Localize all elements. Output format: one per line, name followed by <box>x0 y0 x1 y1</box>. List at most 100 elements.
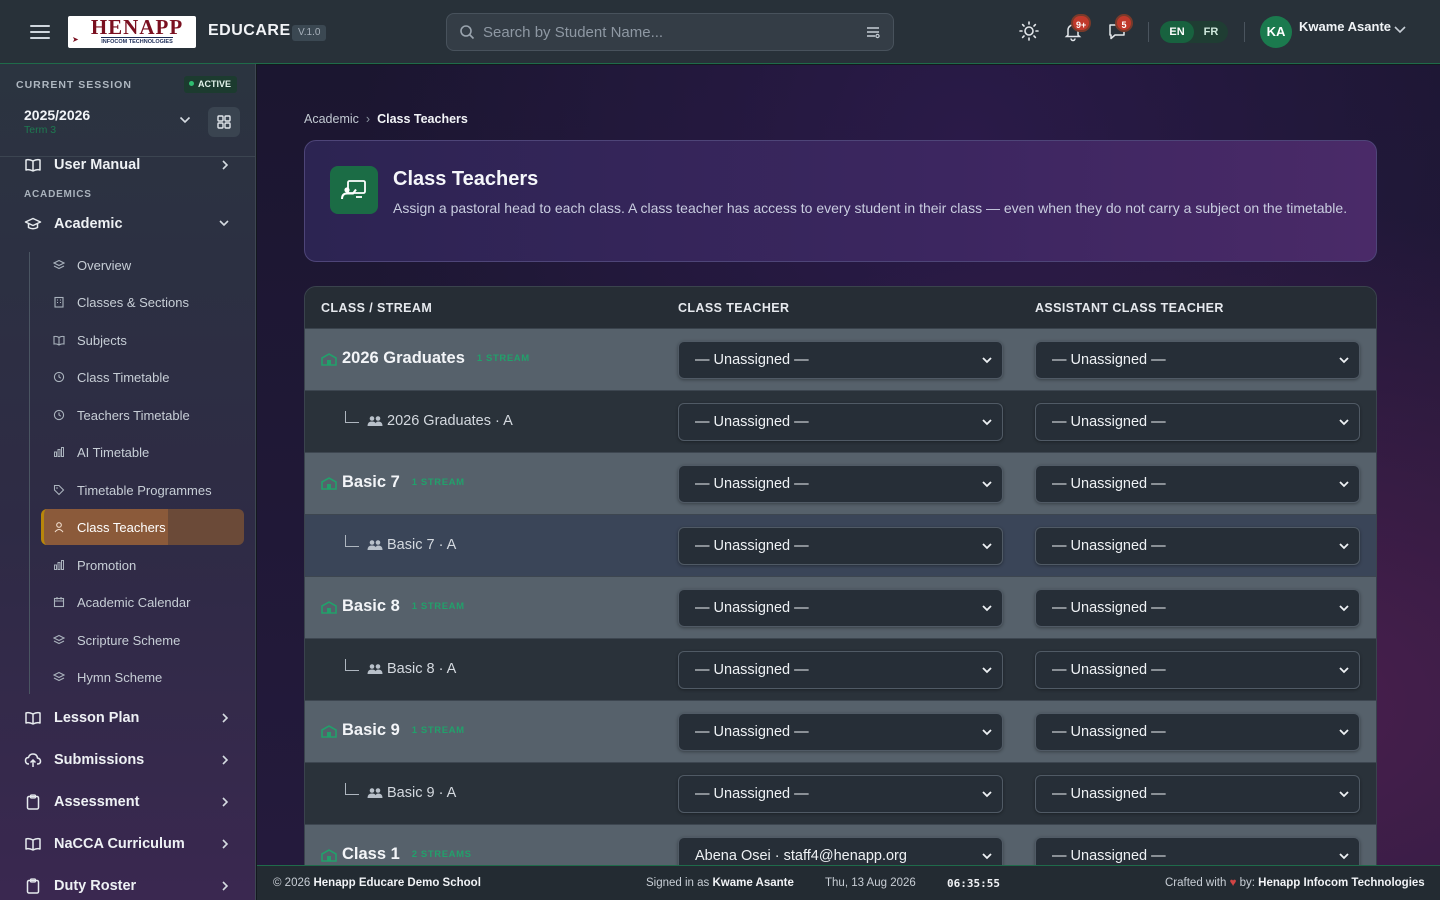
assistant-teacher-select[interactable]: — Unassigned — <box>1035 775 1360 813</box>
chevron-right-icon <box>222 755 229 765</box>
class-teacher-select[interactable]: — Unassigned — <box>678 403 1003 441</box>
sidebar-item-label: Promotion <box>77 557 137 573</box>
language-switcher: EN FR <box>1160 21 1228 43</box>
breadcrumb-link-academic[interactable]: Academic <box>304 112 359 126</box>
class-teacher-select[interactable]: — Unassigned — <box>678 527 1003 565</box>
sidebar-item-teachers-timetable[interactable]: Teachers Timetable <box>41 397 244 433</box>
chevron-right-icon <box>222 713 229 723</box>
bar-chart-icon <box>54 447 64 457</box>
sidebar-item-subjects[interactable]: Subjects <box>41 322 244 358</box>
chevron-down-icon <box>982 419 992 426</box>
class-teacher-select[interactable]: — Unassigned — <box>678 341 1003 379</box>
chevron-down-icon[interactable] <box>1393 25 1407 35</box>
class-name: Basic 7 <box>342 473 400 491</box>
class-teacher-select[interactable]: — Unassigned — <box>678 713 1003 751</box>
assistant-teacher-select[interactable]: — Unassigned — <box>1035 403 1360 441</box>
submenu-rail <box>29 252 30 694</box>
chalkboard-teacher-icon <box>330 166 378 214</box>
select-value: — Unassigned — <box>1052 476 1166 492</box>
heart-icon: ♥ <box>1229 877 1237 889</box>
class-teacher-select[interactable]: — Unassigned — <box>678 589 1003 627</box>
sidebar-item-nacca-curriculum[interactable]: NaCCA Curriculum <box>24 832 234 856</box>
column-header-class-teacher: CLASS TEACHER <box>678 301 790 315</box>
user-icon <box>54 522 64 533</box>
sidebar-item-classes-sections[interactable]: Classes & Sections <box>41 284 244 320</box>
chevron-down-icon <box>982 481 992 488</box>
notifications-button[interactable]: 9+ <box>1062 14 1092 42</box>
lang-en-button[interactable]: EN <box>1160 21 1194 43</box>
class-teacher-select[interactable]: — Unassigned — <box>678 465 1003 503</box>
menu-toggle-icon[interactable] <box>30 22 50 42</box>
sidebar-item-class-timetable[interactable]: Class Timetable <box>41 359 244 395</box>
assistant-teacher-select[interactable]: — Unassigned — <box>1035 837 1360 865</box>
footer-signed-in: Signed in as Kwame Asante <box>646 877 794 889</box>
book-icon <box>25 158 41 172</box>
search-icon <box>460 25 475 40</box>
assistant-teacher-select[interactable]: — Unassigned — <box>1035 465 1360 503</box>
sidebar-item-promotion[interactable]: Promotion <box>41 547 244 583</box>
book-open-icon <box>53 335 65 346</box>
chevron-down-icon <box>1339 667 1349 674</box>
assistant-teacher-select[interactable]: — Unassigned — <box>1035 713 1360 751</box>
crafted-prefix: Crafted with <box>1165 877 1227 889</box>
sidebar-item-label: Classes & Sections <box>77 294 189 310</box>
main-content: Academic › Class Teachers Class Teachers A… <box>257 65 1440 865</box>
divider <box>1244 22 1245 42</box>
section-heading-academics: ACADEMICS <box>24 189 92 200</box>
calendar-icon <box>53 597 65 608</box>
notifications-badge: 9+ <box>1071 14 1092 32</box>
sidebar-item-submissions[interactable]: Submissions <box>24 748 234 772</box>
sidebar-item-label: Submissions <box>54 752 145 768</box>
sidebar-item-lesson-plan[interactable]: Lesson Plan <box>24 706 234 730</box>
footer-clock: 06:35:55 <box>947 877 1000 890</box>
footer: © 2026 Henapp Educare Demo School Signed… <box>257 865 1440 900</box>
copyright-prefix: © 2026 <box>273 877 311 889</box>
sidebar-item-ai-timetable[interactable]: AI Timetable <box>41 434 244 470</box>
stream-count: 2 STREAMS <box>411 849 472 860</box>
sidebar-item-scripture-scheme[interactable]: Scripture Scheme <box>41 622 244 658</box>
avatar[interactable]: KA <box>1260 16 1292 48</box>
chevron-down-icon <box>982 729 992 736</box>
chevron-down-icon <box>1339 791 1349 798</box>
messages-button[interactable]: 5 <box>1106 14 1133 42</box>
sidebar-item-label: Lesson Plan <box>54 710 140 726</box>
apps-grid-button[interactable] <box>208 107 240 137</box>
stream-count: 1 STREAM <box>411 477 465 488</box>
select-value: — Unassigned — <box>695 352 809 368</box>
sidebar-item-overview[interactable]: Overview <box>41 247 244 283</box>
sidebar-item-class-teachers[interactable]: Class Teachers <box>41 509 244 545</box>
assistant-teacher-select[interactable]: — Unassigned — <box>1035 651 1360 689</box>
table-row: 2026 Graduates · A — Unassigned — — Unas… <box>305 391 1376 453</box>
tree-branch <box>345 535 359 547</box>
class-teacher-select[interactable]: — Unassigned — <box>678 651 1003 689</box>
sidebar-item-duty-roster[interactable]: Duty Roster <box>24 874 234 898</box>
version-badge: V.1.0 <box>292 25 327 41</box>
logo-sub-text: INFOCOM TECHNOLOGIES <box>101 37 173 45</box>
school-icon <box>321 352 337 366</box>
sidebar-item-timetable-programmes[interactable]: Timetable Programmes <box>41 472 244 508</box>
theme-toggle-icon[interactable] <box>1018 20 1040 42</box>
sidebar-item-user-manual[interactable]: User Manual <box>24 153 234 177</box>
sidebar-item-academic-calendar[interactable]: Academic Calendar <box>41 584 244 620</box>
sidebar-item-label: Class Teachers <box>77 519 166 535</box>
tag-icon <box>53 484 65 496</box>
tree-branch <box>345 783 359 795</box>
sidebar-item-academic[interactable]: Academic <box>24 212 234 236</box>
class-teacher-select[interactable]: Abena Osei · staff4@henapp.org <box>678 837 1003 865</box>
lang-fr-button[interactable]: FR <box>1194 21 1228 43</box>
assistant-teacher-select[interactable]: — Unassigned — <box>1035 341 1360 379</box>
app-logo[interactable]: ➤ HENAPP INFOCOM TECHNOLOGIES <box>68 16 196 48</box>
sidebar-item-assessment[interactable]: Assessment <box>24 790 234 814</box>
session-selector[interactable]: 2025/2026 Term 3 <box>16 100 198 142</box>
class-teacher-select[interactable]: — Unassigned — <box>678 775 1003 813</box>
search-input[interactable] <box>483 14 863 50</box>
stream-count: 1 STREAM <box>411 601 465 612</box>
sidebar-item-hymn-scheme[interactable]: Hymn Scheme <box>41 659 244 695</box>
user-name[interactable]: Kwame Asante <box>1299 19 1391 34</box>
assistant-teacher-select[interactable]: — Unassigned — <box>1035 527 1360 565</box>
filter-icon[interactable] <box>865 24 881 40</box>
school-icon <box>321 600 337 614</box>
select-value: — Unassigned — <box>695 600 809 616</box>
assistant-teacher-select[interactable]: — Unassigned — <box>1035 589 1360 627</box>
session-label: CURRENT SESSION <box>16 79 132 91</box>
